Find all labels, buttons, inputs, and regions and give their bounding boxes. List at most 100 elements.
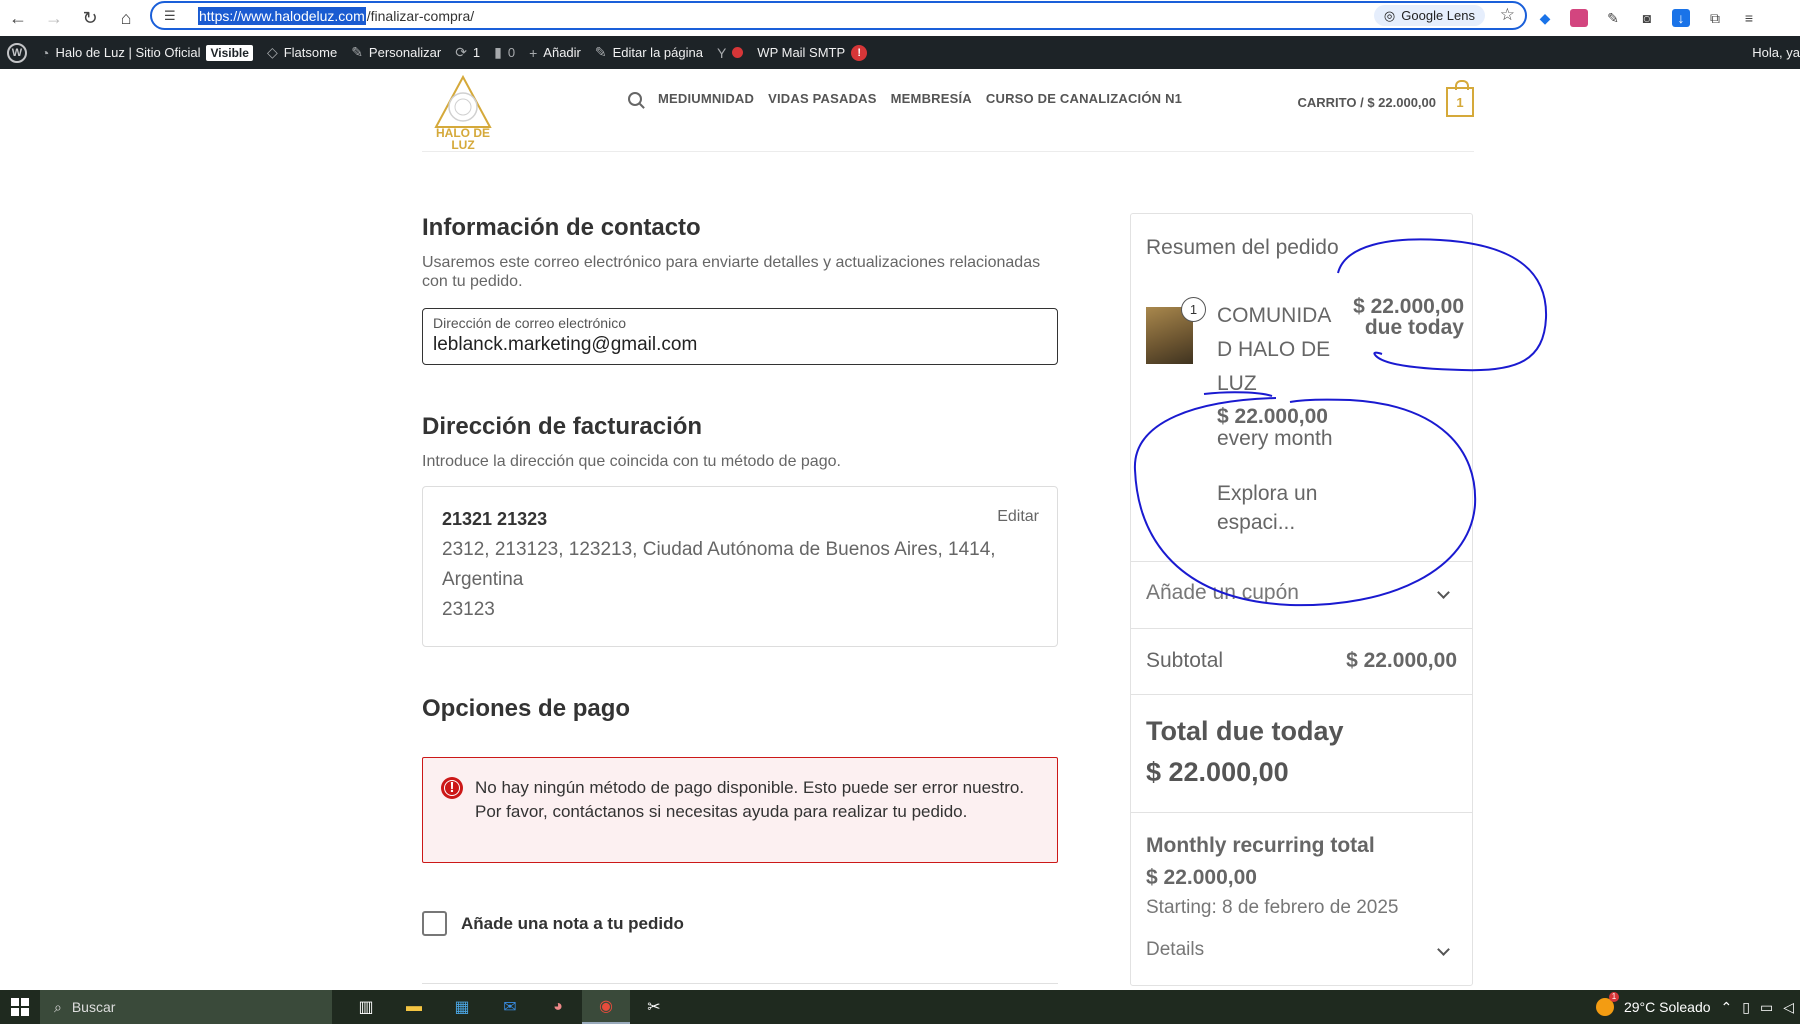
yoast-icon: Y	[716, 44, 727, 61]
theme-menu[interactable]: ◇ Flatsome	[260, 36, 344, 69]
triangle-logo-icon	[434, 74, 492, 128]
volume-icon[interactable]: ◁	[1783, 999, 1794, 1016]
email-label: Dirección de correo electrónico	[433, 315, 626, 331]
nav-curso-canalizacion[interactable]: CURSO DE CANALIZACIÓN N1	[986, 91, 1182, 106]
nav-membresia[interactable]: MEMBRESÍA	[891, 91, 972, 106]
coupon-toggle[interactable]: Añade un cupón	[1131, 561, 1472, 628]
tray-app-icon[interactable]: ▯	[1742, 999, 1750, 1016]
billing-title: Dirección de facturación	[422, 413, 703, 440]
product-recurring-period: every month	[1217, 427, 1333, 450]
payment-title: Opciones de pago	[422, 695, 631, 722]
total-row: Total due today $ 22.000,00	[1131, 694, 1472, 812]
tag-extension-icon[interactable]: ◆	[1536, 9, 1554, 27]
subtotal-label: Subtotal	[1146, 649, 1224, 672]
summary-title: Resumen del pedido	[1146, 236, 1339, 259]
google-lens-button[interactable]: ◎ Google Lens	[1373, 5, 1485, 26]
recurring-total-block: Monthly recurring total $ 22.000,00 Star…	[1131, 812, 1472, 986]
details-chevron-icon	[1437, 943, 1450, 956]
edit-page-menu[interactable]: ✎ Editar la página	[588, 36, 710, 69]
site-header: HALO DE LUZ MEDIUMNIDAD VIDAS PASADAS ME…	[422, 69, 1474, 152]
add-new-menu[interactable]: + Añadir	[522, 36, 588, 69]
camera-icon[interactable]: ◙	[1638, 9, 1656, 27]
edit-address-link[interactable]: Editar	[997, 508, 1039, 526]
order-note-checkbox[interactable]	[422, 911, 447, 936]
subtotal-value: $ 22.000,00	[1346, 649, 1457, 672]
network-icon[interactable]: ▭	[1760, 999, 1773, 1016]
account-menu[interactable]: Hola, ya	[1745, 36, 1800, 69]
add-new-label: Añadir	[543, 45, 581, 60]
billing-description: Introduce la dirección que coincida con …	[422, 453, 841, 470]
order-note-toggle[interactable]: Añade una nota a tu pedido	[422, 911, 684, 936]
site-name: Halo de Luz | Sitio Oficial	[55, 45, 201, 60]
back-icon[interactable]: ←	[0, 0, 36, 36]
capcut-icon[interactable]: ✂	[630, 990, 678, 1024]
theme-label: Flatsome	[283, 45, 338, 60]
search-icon[interactable]	[628, 91, 642, 106]
url-highlight: https://www.halodeluz.com	[198, 6, 366, 25]
extensions-area: ◆ ✎ ◙ ↓ ⧉ ≡	[1536, 0, 1758, 36]
file-explorer-icon[interactable]: ▬	[390, 990, 438, 1024]
taskbar-search[interactable]: ⌕ Buscar	[40, 990, 332, 1024]
weather-text[interactable]: 29°C Soleado	[1624, 999, 1711, 1015]
task-view-icon[interactable]: ▥	[342, 990, 390, 1024]
bookmark-star-icon[interactable]: ☆	[1500, 5, 1515, 25]
smtp-alert-badge: !	[851, 44, 868, 61]
cart-label: CARRITO / $ 22.000,00	[1297, 94, 1437, 110]
search-icon: ⌕	[54, 998, 62, 1015]
system-tray: 29°C Soleado ⌃ ▯ ▭ ◁	[1595, 992, 1800, 1016]
updates-menu[interactable]: ⟳ 1	[448, 36, 487, 69]
cart-count-icon: 1	[1446, 80, 1474, 117]
chrome-icon[interactable]: ◉	[582, 990, 630, 1024]
subtotal-row: Subtotal $ 22.000,00	[1131, 628, 1472, 694]
start-button[interactable]	[0, 990, 40, 1024]
reload-icon[interactable]: ↻	[72, 0, 108, 36]
visible-badge: Visible	[206, 44, 253, 61]
plus-icon: +	[529, 44, 538, 61]
nav-vidas-pasadas[interactable]: VIDAS PASADAS	[768, 91, 877, 106]
wp-logo-menu[interactable]: W	[0, 36, 34, 69]
address-bar[interactable]: ☰ https://www.halodeluz.com/finalizar-co…	[150, 1, 1527, 30]
chevron-down-icon	[1437, 586, 1450, 599]
comment-icon: ▮	[494, 44, 502, 60]
eyedropper-icon[interactable]: ✎	[1604, 9, 1622, 27]
paint-icon[interactable]: ◕	[534, 990, 582, 1024]
mail-smtp-label: WP Mail SMTP	[757, 45, 846, 60]
mail-smtp-menu[interactable]: WP Mail SMTP!	[750, 36, 874, 69]
error-icon: !	[441, 777, 463, 799]
lens-icon: ◎	[1383, 7, 1396, 23]
product-price-amount: $ 22.000,00	[1353, 295, 1464, 318]
email-field[interactable]: Dirección de correo electrónico leblanck…	[422, 308, 1058, 365]
site-name-menu[interactable]: ◔ Halo de Luz | Sitio Oficial Visible	[34, 36, 260, 69]
product-price: $ 22.000,00 due today	[1353, 296, 1464, 338]
divider	[422, 983, 1058, 984]
total-value: $ 22.000,00	[1146, 757, 1289, 787]
mail-icon[interactable]: ✉	[486, 990, 534, 1024]
home-icon[interactable]: ⌂	[108, 0, 144, 36]
order-summary: Resumen del pedido 1 COMUNIDAD HALO DE L…	[1130, 213, 1473, 986]
nav-mediumnidad[interactable]: MEDIUMNIDAD	[658, 91, 754, 106]
order-note-label: Añade una nota a tu pedido	[461, 913, 684, 933]
reading-list-icon[interactable]: ≡	[1740, 9, 1758, 27]
contact-description: Usaremos este correo electrónico para en…	[422, 254, 1041, 290]
yoast-menu[interactable]: Y	[710, 36, 750, 69]
recurring-start-date: Starting: 8 de febrero de 2025	[1146, 897, 1399, 918]
tray-chevron-icon[interactable]: ⌃	[1721, 999, 1733, 1016]
cart-link[interactable]: CARRITO / $ 22.000,00 1	[1297, 80, 1474, 117]
taskbar-search-placeholder: Buscar	[71, 999, 116, 1015]
site-info-icon[interactable]: ☰	[164, 8, 186, 24]
puzzle-icon[interactable]: ⧉	[1706, 9, 1724, 27]
details-toggle[interactable]: Details	[1146, 939, 1204, 961]
store-icon[interactable]: ▦	[438, 990, 486, 1024]
customize-menu[interactable]: ✎ Personalizar	[344, 36, 448, 69]
forward-icon[interactable]: →	[36, 0, 72, 36]
site-logo[interactable]: HALO DE LUZ	[430, 73, 496, 151]
lens-label: Google Lens	[1401, 8, 1475, 23]
recurring-label: Monthly recurring total	[1146, 834, 1375, 857]
seo-status-dot	[732, 47, 744, 58]
weather-icon[interactable]	[1595, 992, 1619, 1016]
color-extension-icon[interactable]	[1570, 9, 1588, 27]
product-name: COMUNIDAD HALO DE LUZ	[1217, 304, 1332, 395]
comments-menu[interactable]: ▮ 0	[487, 36, 522, 69]
download-icon[interactable]: ↓	[1672, 9, 1690, 27]
brush-icon: ✎	[351, 44, 363, 60]
